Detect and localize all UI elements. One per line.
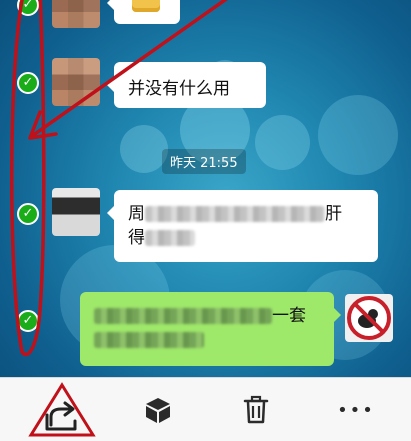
- chat-area: ✓ ✓ 并没有什么用 昨天 21:55 ✓ 周肝 得 ✓ 一套: [0, 0, 411, 377]
- message-bubble[interactable]: [107, 0, 180, 24]
- avatar[interactable]: [52, 0, 100, 28]
- avatar[interactable]: [52, 58, 100, 106]
- message-text-line-1: 周肝: [128, 204, 342, 224]
- emoji-sticker-icon: [132, 0, 160, 12]
- bottom-toolbar: •••: [0, 377, 411, 441]
- delete-button[interactable]: [216, 378, 296, 441]
- message-bubble[interactable]: 并没有什么用: [107, 62, 266, 108]
- select-check-icon[interactable]: ✓: [17, 203, 39, 225]
- avatar[interactable]: [52, 188, 100, 236]
- avatar-self[interactable]: [345, 294, 393, 342]
- message-text: 并没有什么用: [128, 79, 230, 99]
- forward-button[interactable]: [22, 378, 102, 441]
- time-divider: 昨天 21:55: [162, 149, 246, 174]
- message-bubble[interactable]: 周肝 得: [107, 190, 378, 262]
- share-icon: [28, 382, 96, 437]
- favorite-button[interactable]: [118, 378, 198, 441]
- message-bubble-self[interactable]: 一套: [80, 292, 341, 366]
- message-text-line-2: 得: [128, 226, 364, 250]
- select-check-icon[interactable]: ✓: [17, 72, 39, 94]
- message-text-line-2: [94, 328, 320, 352]
- message-text-line-1: 一套: [94, 304, 320, 328]
- trash-icon: [243, 395, 269, 424]
- no-entry-logo-icon: [347, 296, 391, 340]
- select-check-icon[interactable]: ✓: [17, 310, 39, 332]
- select-check-icon[interactable]: ✓: [17, 0, 39, 16]
- box-icon: [146, 398, 170, 423]
- more-icon: •••: [337, 399, 375, 421]
- more-button[interactable]: •••: [316, 378, 396, 441]
